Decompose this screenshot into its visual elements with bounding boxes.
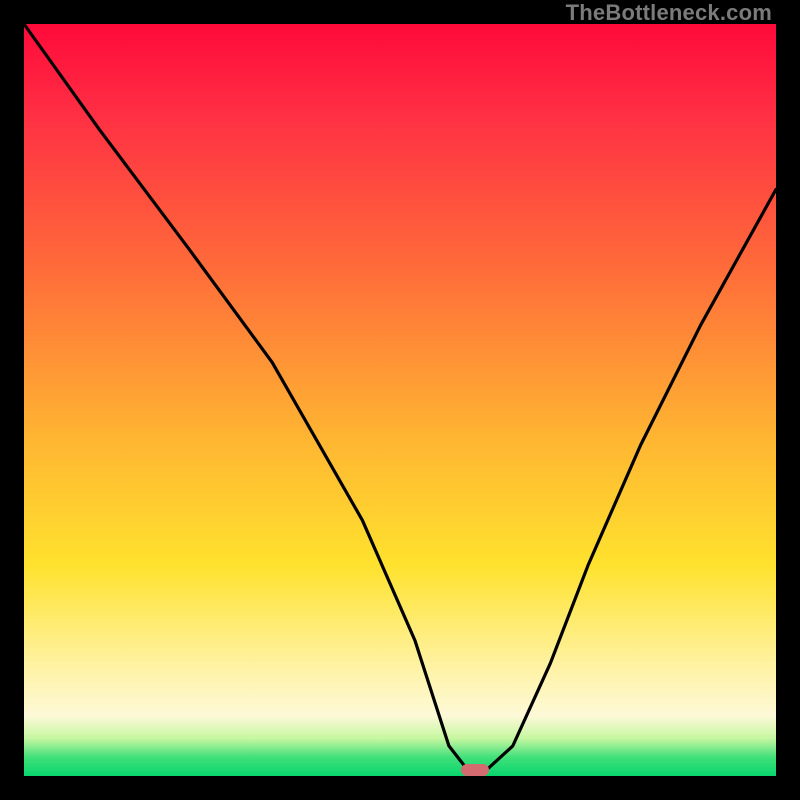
- chart-frame: TheBottleneck.com: [0, 0, 800, 800]
- bottleneck-curve: [24, 24, 776, 776]
- curve-path: [24, 24, 776, 770]
- plot-area: [24, 24, 776, 776]
- watermark-text: TheBottleneck.com: [566, 0, 772, 26]
- optimal-marker: [461, 764, 489, 776]
